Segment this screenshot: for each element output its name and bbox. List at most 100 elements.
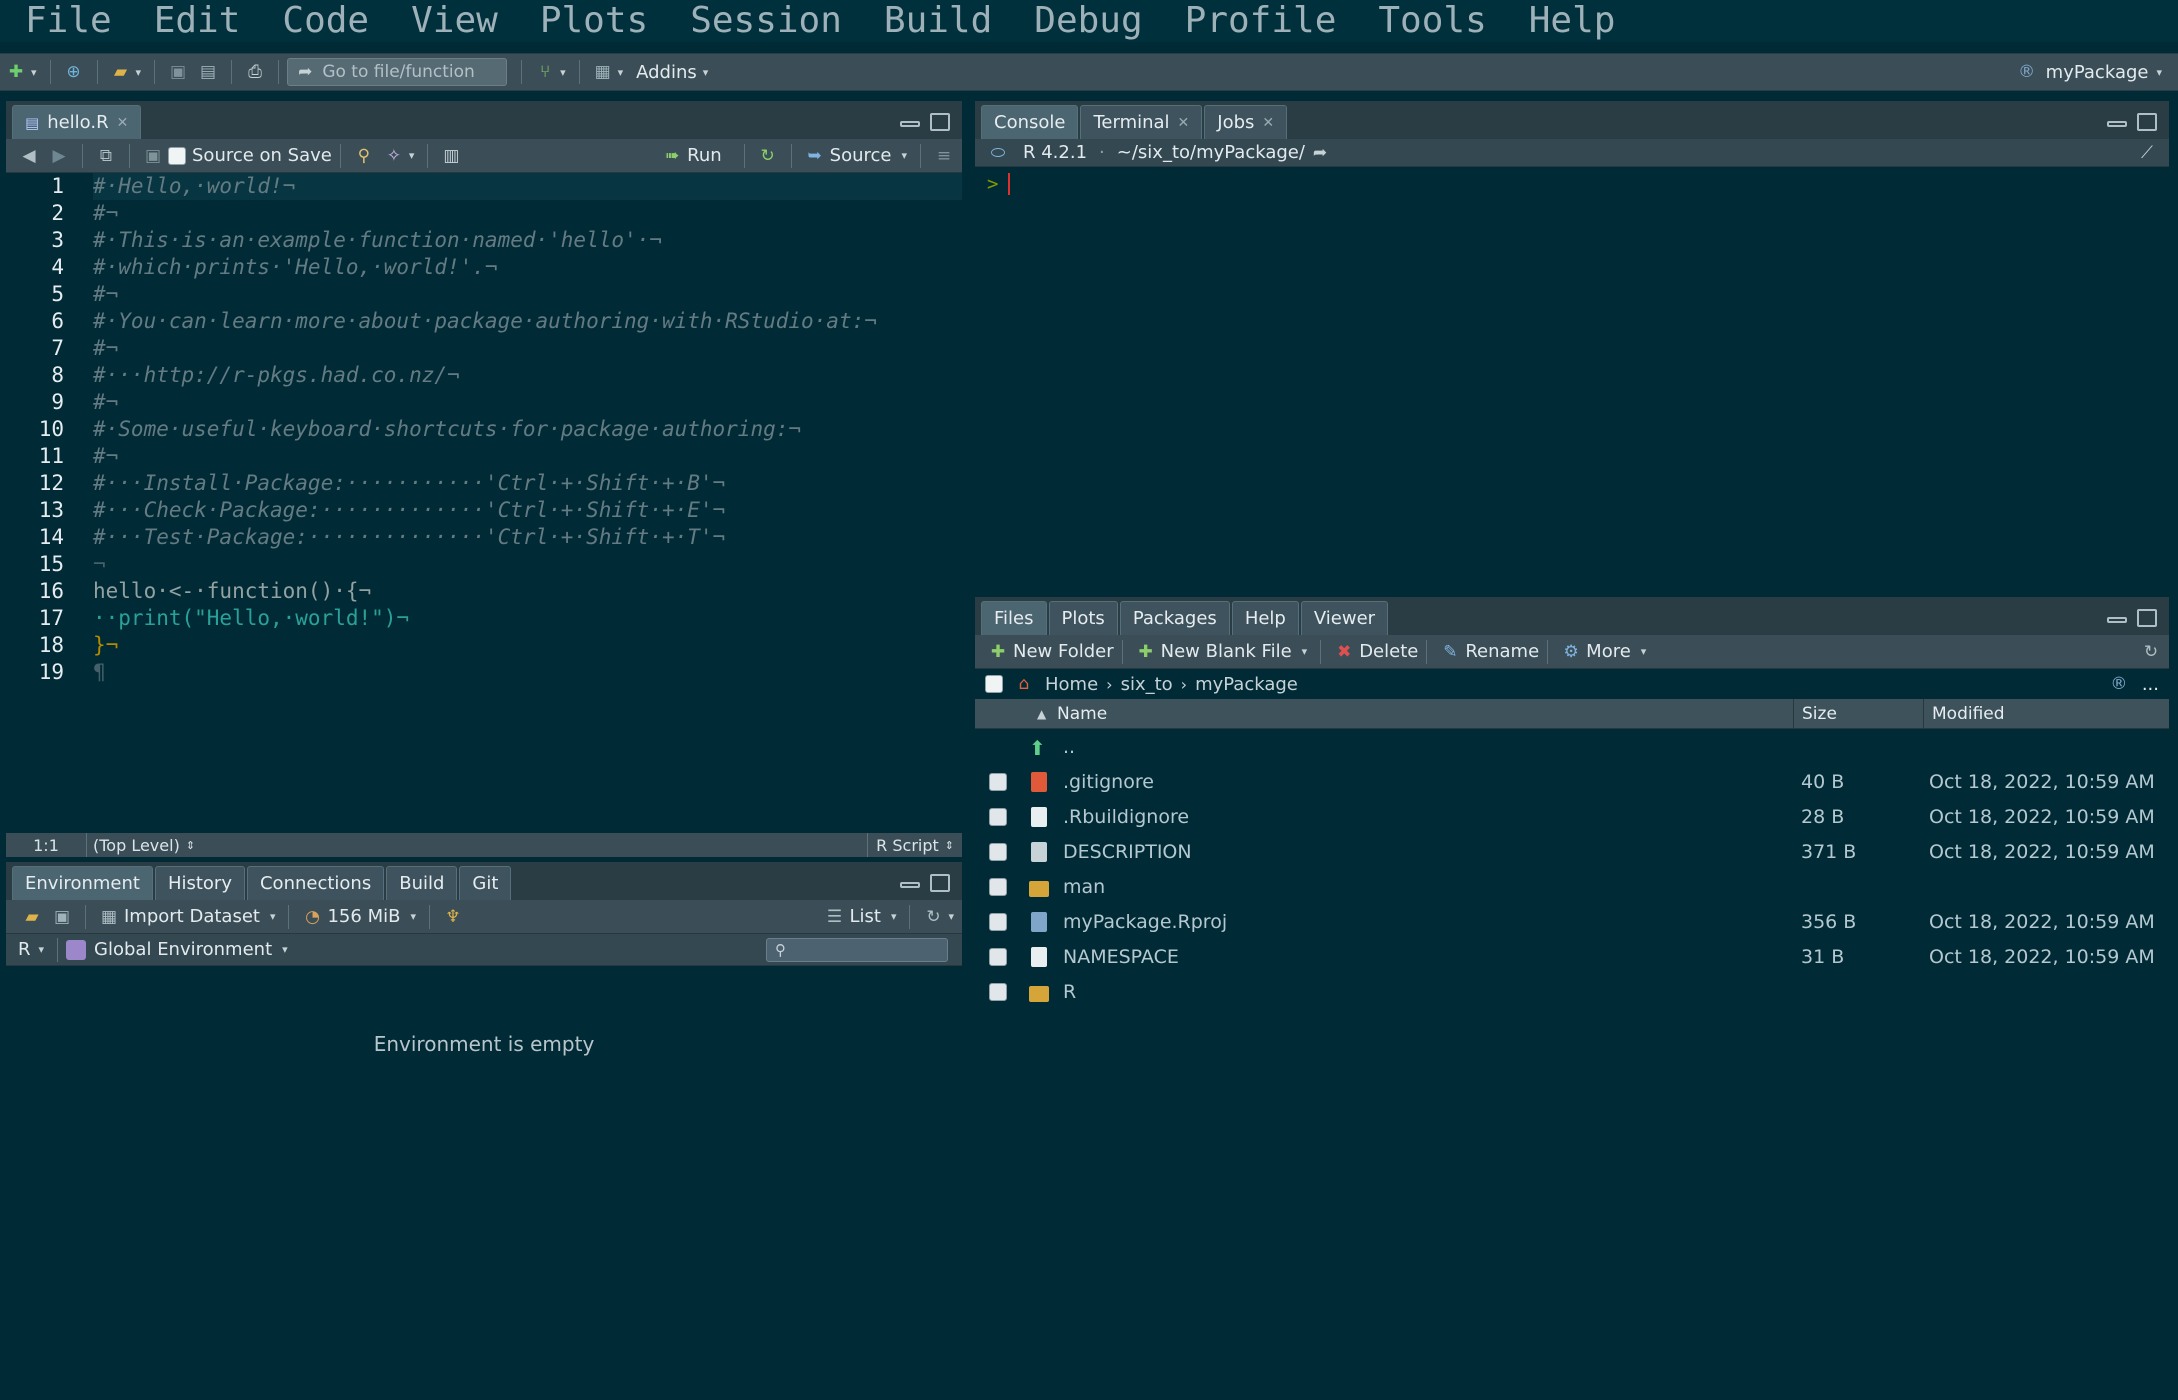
breadcrumb-home[interactable]: Home [1045, 674, 1098, 695]
maximize-icon[interactable] [930, 113, 950, 131]
column-name[interactable]: Name [1057, 704, 1107, 724]
source-on-save-checkbox[interactable] [168, 146, 186, 165]
menu-plots[interactable]: Plots [540, 0, 648, 42]
file-checkbox[interactable] [989, 947, 1007, 966]
environment-selector[interactable]: Global Environment [94, 939, 272, 960]
search-icon[interactable]: ⚲ [352, 145, 376, 167]
new-folder-icon[interactable]: ✚ [986, 641, 1010, 663]
rerun-icon[interactable]: ↻ [756, 145, 780, 167]
rename-icon[interactable]: ✎ [1438, 641, 1462, 663]
new-blank-file-dropdown-icon[interactable]: ▾ [1302, 645, 1308, 658]
file-row[interactable]: DESCRIPTION 371 B Oct 18, 2022, 10:59 AM [975, 834, 2169, 869]
file-checkbox[interactable] [989, 807, 1007, 826]
menu-view[interactable]: View [411, 0, 498, 42]
pane-layout-icon[interactable]: ▦ [591, 61, 615, 83]
go-to-file-input[interactable]: ➦ Go to file/function [287, 58, 508, 86]
breadcrumb-mypackage[interactable]: myPackage [1195, 674, 1298, 695]
open-file-icon[interactable]: ▰ [109, 61, 133, 83]
file-name-link[interactable]: .gitignore [1063, 771, 1154, 793]
menu-debug[interactable]: Debug [1034, 0, 1142, 42]
view-mode-selector[interactable]: List [849, 906, 880, 927]
file-type-dropdown-icon[interactable]: ⇕ [945, 839, 954, 852]
file-name-link[interactable]: man [1063, 876, 1105, 898]
run-icon[interactable]: ➠ [660, 145, 684, 167]
print-icon[interactable]: ⎙ [243, 61, 267, 83]
delete-icon[interactable]: ✖ [1332, 641, 1356, 663]
column-size[interactable]: Size [1793, 698, 1837, 729]
import-dataset-icon[interactable]: ▦ [97, 906, 121, 928]
tab-environment[interactable]: Environment [12, 866, 153, 900]
select-all-checkbox[interactable] [985, 675, 1003, 693]
file-checkbox[interactable] [989, 877, 1007, 896]
environment-search-input[interactable]: ⚲ [766, 937, 948, 962]
clear-broom-icon[interactable]: ♆ [441, 906, 465, 928]
new-folder-button[interactable]: New Folder [1013, 641, 1114, 662]
language-dropdown-icon[interactable]: ▾ [39, 943, 45, 956]
load-workspace-icon[interactable]: ▰ [20, 906, 44, 928]
refresh-icon[interactable]: ↻ [921, 906, 945, 928]
version-control-icon[interactable]: ⑂ [533, 61, 557, 83]
more-path-button[interactable]: ... [2142, 674, 2159, 695]
menu-edit[interactable]: Edit [154, 0, 241, 42]
memory-usage-icon[interactable]: ◔ [300, 906, 324, 928]
source-icon[interactable]: ➥ [803, 145, 827, 167]
parent-directory-row[interactable]: ⬆ .. [975, 729, 2169, 764]
code-editor[interactable]: 1 2 3 4 5 6 7 8 9 10 11 12 13 14 15 16 17 18 19 #·Hello,·w… [6, 173, 962, 833]
tab-terminal[interactable]: Terminal ✕ [1080, 105, 1203, 139]
new-blank-file-button[interactable]: New Blank File [1161, 641, 1292, 662]
tab-git[interactable]: Git [459, 866, 512, 900]
import-dataset-button[interactable]: Import Dataset [124, 906, 260, 927]
new-blank-file-icon[interactable]: ✚ [1134, 641, 1158, 663]
menu-session[interactable]: Session [690, 0, 842, 42]
file-row[interactable]: NAMESPACE 31 B Oct 18, 2022, 10:59 AM [975, 939, 2169, 974]
menu-build[interactable]: Build [884, 0, 992, 42]
parent-directory-link[interactable]: .. [1063, 736, 1075, 758]
rename-button[interactable]: Rename [1465, 641, 1539, 662]
minimize-icon[interactable] [2107, 121, 2127, 127]
breadcrumb-six-to[interactable]: six_to [1121, 674, 1173, 695]
file-row[interactable]: .gitignore 40 B Oct 18, 2022, 10:59 AM [975, 764, 2169, 799]
file-name-link[interactable]: R [1063, 981, 1076, 1003]
scope-selector[interactable]: (Top Level) [93, 836, 180, 855]
menu-file[interactable]: File [25, 0, 112, 42]
import-dropdown-icon[interactable]: ▾ [270, 910, 276, 923]
file-name-link[interactable]: myPackage.Rproj [1063, 911, 1227, 933]
close-tab-icon[interactable]: ✕ [1262, 115, 1274, 131]
memory-usage[interactable]: 156 MiB [327, 906, 400, 927]
source-button[interactable]: Source [830, 145, 892, 166]
menu-tools[interactable]: Tools [1378, 0, 1486, 42]
tab-files[interactable]: Files [981, 601, 1047, 635]
goto-directory-icon[interactable]: ➦ [1308, 142, 1332, 164]
minimize-icon[interactable] [900, 882, 920, 888]
maximize-icon[interactable] [2137, 609, 2157, 627]
menu-profile[interactable]: Profile [1185, 0, 1337, 42]
save-workspace-icon[interactable]: ▣ [50, 906, 74, 928]
project-r-icon[interactable]: ® [2107, 673, 2131, 695]
code-tools-dropdown-icon[interactable]: ▾ [409, 149, 415, 162]
more-dropdown-icon[interactable]: ▾ [1641, 645, 1647, 658]
new-file-dropdown-icon[interactable]: ▾ [31, 66, 37, 79]
tab-build[interactable]: Build [386, 866, 458, 900]
tab-history[interactable]: History [154, 866, 245, 900]
pane-layout-dropdown-icon[interactable]: ▾ [618, 66, 624, 79]
view-mode-dropdown-icon[interactable]: ▾ [891, 910, 897, 923]
scope-dropdown-icon[interactable]: ⇕ [186, 839, 195, 852]
version-control-dropdown-icon[interactable]: ▾ [560, 66, 566, 79]
addins-menu[interactable]: Addins [636, 62, 697, 83]
delete-button[interactable]: Delete [1359, 641, 1418, 662]
file-type-selector[interactable]: R Script [876, 836, 939, 855]
more-button[interactable]: More [1586, 641, 1631, 662]
file-name-link[interactable]: NAMESPACE [1063, 946, 1179, 968]
compile-report-icon[interactable]: ▥ [439, 145, 463, 167]
maximize-icon[interactable] [930, 874, 950, 892]
language-selector[interactable]: R [18, 939, 31, 960]
save-all-icon[interactable]: ▤ [196, 61, 220, 83]
project-name[interactable]: myPackage [2046, 62, 2149, 83]
file-row[interactable]: man [975, 869, 2169, 904]
new-project-icon[interactable]: ⊕ [62, 61, 86, 83]
forward-icon[interactable]: ▶ [47, 145, 71, 167]
minimize-icon[interactable] [900, 121, 920, 127]
clear-console-broom-icon[interactable]: ⟋ [2135, 142, 2159, 164]
tab-viewer[interactable]: Viewer [1300, 601, 1389, 635]
file-checkbox[interactable] [989, 912, 1007, 931]
